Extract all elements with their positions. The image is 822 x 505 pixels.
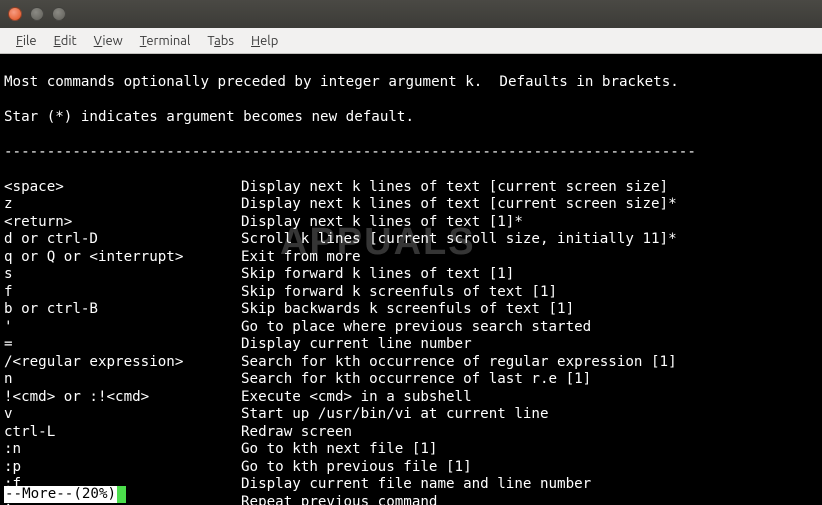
command-description: Skip forward k lines of text [1] bbox=[241, 266, 818, 284]
command-description: Execute <cmd> in a subshell bbox=[241, 389, 818, 407]
command-key: z bbox=[4, 196, 241, 214]
command-description: Skip forward k screenfuls of text [1] bbox=[241, 284, 818, 302]
separator-line: ----------------------------------------… bbox=[4, 144, 818, 162]
command-description: Display current line number bbox=[241, 336, 818, 354]
command-description: Skip backwards k screenfuls of text [1] bbox=[241, 301, 818, 319]
command-row: !<cmd> or :!<cmd>Execute <cmd> in a subs… bbox=[4, 389, 818, 407]
command-row: :nGo to kth next file [1] bbox=[4, 441, 818, 459]
command-description: Scroll k lines [current scroll size, ini… bbox=[241, 231, 818, 249]
command-description: Display next k lines of text [1]* bbox=[241, 214, 818, 232]
command-description: Go to kth next file [1] bbox=[241, 441, 818, 459]
command-description: Start up /usr/bin/vi at current line bbox=[241, 406, 818, 424]
minimize-button[interactable] bbox=[30, 7, 44, 21]
menu-edit[interactable]: Edit bbox=[46, 31, 85, 51]
command-key: <return> bbox=[4, 214, 241, 232]
command-description: Go to place where previous search starte… bbox=[241, 319, 818, 337]
terminal-output[interactable]: Most commands optionally preceded by int… bbox=[0, 54, 822, 505]
command-description: Display next k lines of text [current sc… bbox=[241, 196, 818, 214]
command-row: fSkip forward k screenfuls of text [1] bbox=[4, 284, 818, 302]
command-row: :fDisplay current file name and line num… bbox=[4, 476, 818, 494]
command-description: Go to kth previous file [1] bbox=[241, 459, 818, 477]
command-key: <space> bbox=[4, 179, 241, 197]
maximize-button[interactable] bbox=[52, 7, 66, 21]
close-button[interactable] bbox=[8, 7, 22, 21]
command-row: d or ctrl-DScroll k lines [current scrol… bbox=[4, 231, 818, 249]
command-row: 'Go to place where previous search start… bbox=[4, 319, 818, 337]
command-description: Redraw screen bbox=[241, 424, 818, 442]
command-key: :n bbox=[4, 441, 241, 459]
more-status: --More--(20%) bbox=[4, 486, 126, 504]
command-row: :pGo to kth previous file [1] bbox=[4, 459, 818, 477]
command-description: Display current file name and line numbe… bbox=[241, 476, 818, 494]
menu-help[interactable]: Help bbox=[243, 31, 286, 51]
menu-file[interactable]: File bbox=[8, 31, 45, 51]
command-key: = bbox=[4, 336, 241, 354]
command-description: Display next k lines of text [current sc… bbox=[241, 179, 818, 197]
command-row: /<regular expression>Search for kth occu… bbox=[4, 354, 818, 372]
command-key: d or ctrl-D bbox=[4, 231, 241, 249]
command-list: <space>Display next k lines of text [cur… bbox=[4, 179, 818, 505]
intro-text: Most commands optionally preceded by int… bbox=[4, 74, 818, 92]
command-row: <return>Display next k lines of text [1]… bbox=[4, 214, 818, 232]
command-key: /<regular expression> bbox=[4, 354, 241, 372]
command-key: v bbox=[4, 406, 241, 424]
menu-view[interactable]: View bbox=[86, 31, 131, 51]
command-row: .Repeat previous command bbox=[4, 494, 818, 505]
command-key: !<cmd> or :!<cmd> bbox=[4, 389, 241, 407]
window-controls bbox=[8, 7, 66, 21]
command-key: n bbox=[4, 371, 241, 389]
menu-terminal[interactable]: Terminal bbox=[132, 31, 199, 51]
command-description: Repeat previous command bbox=[241, 494, 818, 505]
menubar: File Edit View Terminal Tabs Help bbox=[0, 28, 822, 54]
command-key: ctrl-L bbox=[4, 424, 241, 442]
command-description: Search for kth occurrence of last r.e [1… bbox=[241, 371, 818, 389]
command-description: Search for kth occurrence of regular exp… bbox=[241, 354, 818, 372]
command-key: f bbox=[4, 284, 241, 302]
command-key: b or ctrl-B bbox=[4, 301, 241, 319]
command-row: vStart up /usr/bin/vi at current line bbox=[4, 406, 818, 424]
more-status-text: --More--(20%) bbox=[4, 486, 117, 504]
cursor bbox=[117, 486, 126, 503]
command-row: zDisplay next k lines of text [current s… bbox=[4, 196, 818, 214]
command-row: <space>Display next k lines of text [cur… bbox=[4, 179, 818, 197]
command-description: Exit from more bbox=[241, 249, 818, 267]
command-key: s bbox=[4, 266, 241, 284]
menu-tabs[interactable]: Tabs bbox=[199, 31, 242, 51]
command-key: q or Q or <interrupt> bbox=[4, 249, 241, 267]
command-key: ' bbox=[4, 319, 241, 337]
command-row: b or ctrl-BSkip backwards k screenfuls o… bbox=[4, 301, 818, 319]
command-row: =Display current line number bbox=[4, 336, 818, 354]
intro-text: Star (*) indicates argument becomes new … bbox=[4, 109, 818, 127]
command-row: ctrl-LRedraw screen bbox=[4, 424, 818, 442]
titlebar bbox=[0, 0, 822, 28]
command-row: nSearch for kth occurrence of last r.e [… bbox=[4, 371, 818, 389]
command-key: :p bbox=[4, 459, 241, 477]
command-row: sSkip forward k lines of text [1] bbox=[4, 266, 818, 284]
command-row: q or Q or <interrupt>Exit from more bbox=[4, 249, 818, 267]
